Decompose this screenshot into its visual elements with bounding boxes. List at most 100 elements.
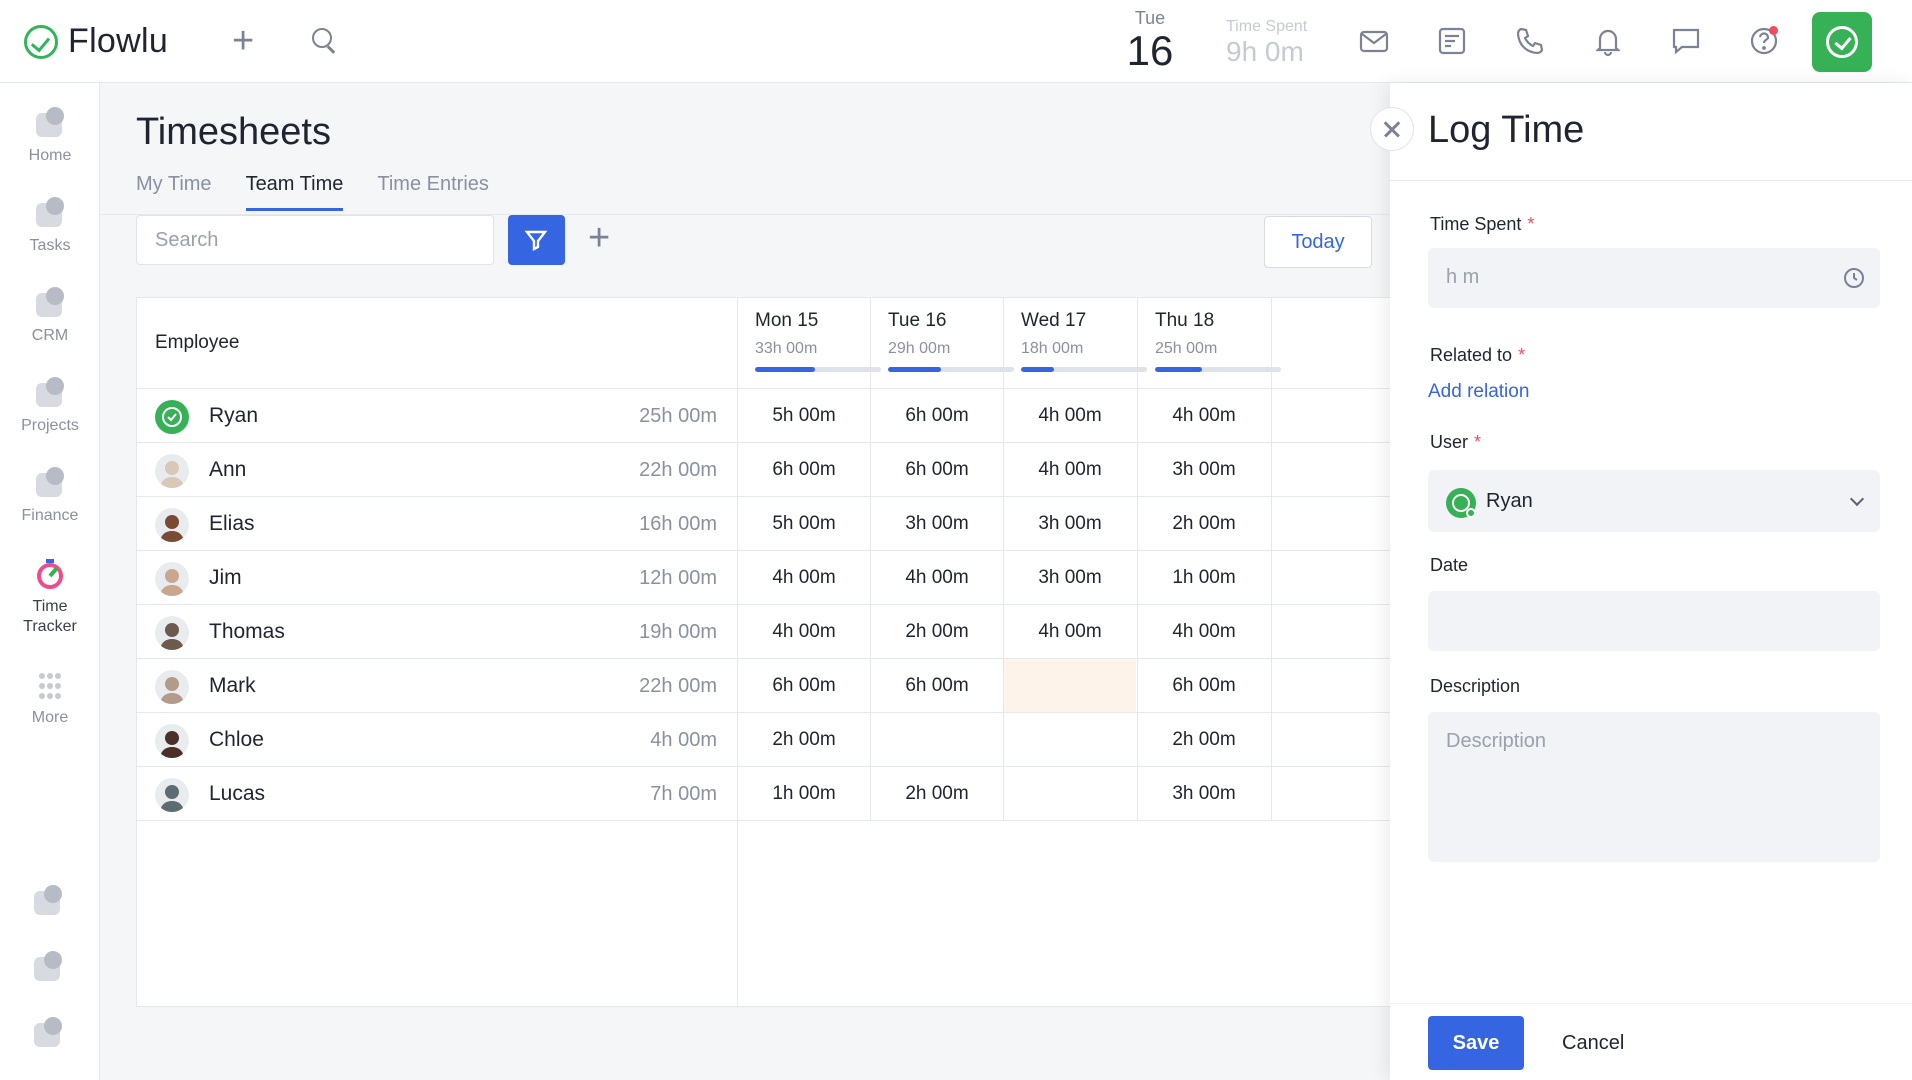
time-cell[interactable] (1004, 767, 1136, 820)
employee-name: Ryan (209, 404, 259, 427)
phone-icon[interactable] (1512, 24, 1548, 60)
time-cell[interactable]: 6h 00m (871, 659, 1003, 712)
time-spent-input[interactable]: h m (1428, 248, 1880, 308)
table-row[interactable]: Mark 22h 00m 6h 00m 6h 00m 6h 00m (137, 658, 1391, 712)
cancel-button[interactable]: Cancel (1562, 1016, 1624, 1070)
search-input[interactable]: Search (136, 215, 494, 265)
marketplace-icon[interactable] (30, 885, 66, 919)
save-button[interactable]: Save (1428, 1016, 1524, 1070)
time-cell[interactable]: 2h 00m (871, 767, 1003, 820)
time-cell[interactable]: 4h 00m (1004, 605, 1136, 658)
user-avatar[interactable] (1812, 12, 1872, 72)
table-row[interactable]: Lucas 7h 00m 1h 00m 2h 00m 3h 00m (137, 766, 1391, 820)
time-cell[interactable]: 4h 00m (1138, 389, 1270, 442)
filter-button[interactable] (508, 215, 565, 265)
employee-total: 16h 00m (639, 513, 717, 535)
bell-icon[interactable] (1590, 24, 1626, 60)
sidebar-item-tasks[interactable]: Tasks (0, 197, 100, 255)
avatar (155, 454, 189, 488)
panel-footer: Save Cancel (1390, 1003, 1912, 1080)
time-cell[interactable]: 2h 00m (1138, 713, 1270, 766)
help-icon[interactable] (1746, 24, 1782, 60)
time-cell[interactable]: 4h 00m (1004, 443, 1136, 496)
employee-total: 4h 00m (650, 729, 717, 751)
employee-name: Thomas (209, 620, 285, 643)
tab-my-time[interactable]: My Time (136, 169, 212, 211)
day-total: 29h 00m (888, 340, 951, 357)
time-cell[interactable]: 5h 00m (738, 389, 870, 442)
avatar (155, 778, 189, 812)
sidebar-item-crm[interactable]: CRM (0, 287, 100, 345)
mail-icon[interactable] (1356, 24, 1392, 60)
day-column-header: Thu 18 25h 00m (1137, 298, 1281, 388)
day-progress-fill (1155, 367, 1202, 372)
projects-icon (32, 377, 68, 411)
chat-icon[interactable] (1668, 24, 1704, 60)
time-cell[interactable] (1004, 659, 1136, 712)
time-cell[interactable]: 4h 00m (871, 551, 1003, 604)
sidebar-item-finance[interactable]: Finance (0, 467, 100, 525)
employee-name: Chloe (209, 728, 264, 751)
time-cell[interactable]: 4h 00m (738, 551, 870, 604)
time-cell[interactable]: 3h 00m (1138, 443, 1270, 496)
sidebar-item-home[interactable]: Home (0, 107, 100, 165)
time-cell[interactable]: 6h 00m (738, 659, 870, 712)
clock-icon (1844, 268, 1864, 288)
required-mark: * (1527, 214, 1535, 234)
time-cell[interactable]: 3h 00m (1004, 497, 1136, 550)
employee-total: 25h 00m (639, 405, 717, 427)
add-icon[interactable]: + (232, 22, 254, 60)
user-label-text: User (1430, 432, 1469, 452)
employee-total: 22h 00m (639, 459, 717, 481)
search-icon[interactable] (312, 28, 336, 52)
time-cell[interactable]: 6h 00m (871, 443, 1003, 496)
user-select-avatar (1446, 488, 1476, 518)
sidebar-item-projects[interactable]: Projects (0, 377, 100, 435)
table-row[interactable]: Ann 22h 00m 6h 00m 6h 00m 4h 00m 3h 00m (137, 442, 1391, 496)
table-row[interactable]: Elias 16h 00m 5h 00m 3h 00m 3h 00m 2h 00m (137, 496, 1391, 550)
time-cell[interactable]: 4h 00m (1004, 389, 1136, 442)
time-spent-label: Time Spent (1226, 18, 1308, 35)
time-cell[interactable]: 5h 00m (738, 497, 870, 550)
time-cell[interactable]: 4h 00m (1138, 605, 1270, 658)
close-panel-button[interactable] (1370, 107, 1414, 151)
time-cell[interactable]: 1h 00m (738, 767, 870, 820)
time-cell[interactable]: 6h 00m (1138, 659, 1270, 712)
time-cell[interactable]: 3h 00m (871, 497, 1003, 550)
time-cell[interactable]: 2h 00m (871, 605, 1003, 658)
table-row[interactable]: Ryan 25h 00m 5h 00m 6h 00m 4h 00m 4h 00m (137, 388, 1391, 442)
time-cell[interactable]: 3h 00m (1004, 551, 1136, 604)
today-button[interactable]: Today (1264, 216, 1372, 268)
table-row-divider (137, 820, 1391, 821)
sidebar-item-time-tracker[interactable]: Time Tracker (0, 557, 100, 637)
tab-team-time[interactable]: Team Time (245, 169, 344, 211)
day-progress-fill (755, 367, 816, 372)
time-cell[interactable]: 2h 00m (738, 713, 870, 766)
sidebar-item-label: CRM (31, 327, 69, 344)
app-logo[interactable]: Flowlu (24, 22, 168, 61)
tab-time-entries[interactable]: Time Entries (377, 169, 489, 211)
add-relation-link[interactable]: Add relation (1428, 381, 1529, 403)
time-cell[interactable]: 2h 00m (1138, 497, 1270, 550)
user-select[interactable]: Ryan (1428, 470, 1880, 532)
table-row[interactable]: Chloe 4h 00m 2h 00m 2h 00m (137, 712, 1391, 766)
time-cell[interactable]: 6h 00m (871, 389, 1003, 442)
support-chat-icon[interactable] (30, 1017, 66, 1051)
time-cell[interactable]: 1h 00m (1138, 551, 1270, 604)
add-time-button[interactable]: + (588, 213, 610, 263)
time-cell[interactable]: 6h 00m (738, 443, 870, 496)
time-cell[interactable] (871, 713, 1003, 766)
date-input[interactable] (1428, 591, 1880, 651)
description-textarea[interactable]: Description (1428, 712, 1880, 862)
sidebar-item-more[interactable]: More (0, 669, 100, 727)
time-cell[interactable] (1004, 713, 1136, 766)
employee-name: Jim (209, 566, 242, 589)
time-cell[interactable]: 3h 00m (1138, 767, 1270, 820)
notification-dot (1769, 26, 1778, 35)
table-row[interactable]: Jim 12h 00m 4h 00m 4h 00m 3h 00m 1h 00m (137, 550, 1391, 604)
notes-icon[interactable] (1434, 24, 1470, 60)
settings-icon[interactable] (30, 951, 66, 985)
table-row[interactable]: Thomas 19h 00m 4h 00m 2h 00m 4h 00m 4h 00m (137, 604, 1391, 658)
time-cell[interactable]: 4h 00m (738, 605, 870, 658)
page-title: Timesheets (136, 111, 331, 153)
